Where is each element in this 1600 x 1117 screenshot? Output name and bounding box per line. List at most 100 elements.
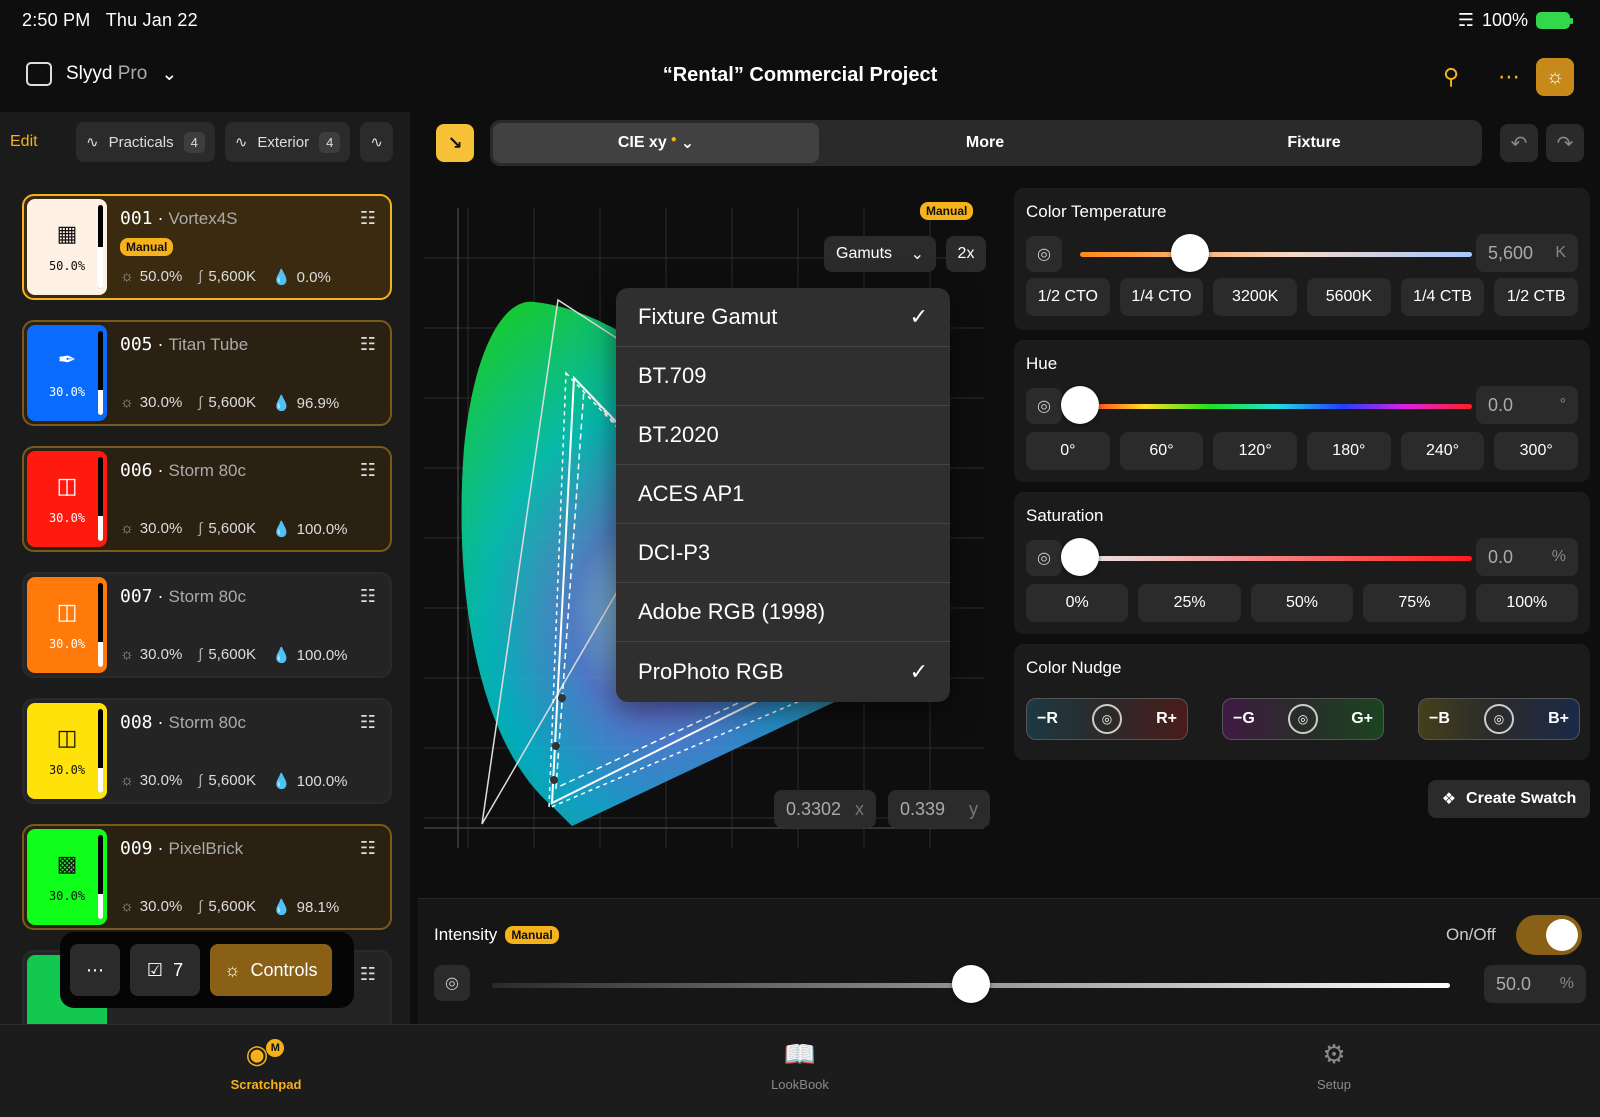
- locus-marker: [558, 694, 566, 702]
- gamut-menu-item[interactable]: DCI-P3: [616, 524, 950, 583]
- gamut-menu-item[interactable]: ACES AP1: [616, 465, 950, 524]
- tab-fixture[interactable]: Fixture: [1151, 123, 1477, 163]
- hue-value-field[interactable]: 0.0 °: [1476, 386, 1578, 424]
- preset-button[interactable]: 240°: [1400, 432, 1485, 470]
- thermometer-icon: ∫: [198, 268, 203, 285]
- green-nudge-target-icon[interactable]: ◎: [1288, 704, 1318, 734]
- saturation-target-button[interactable]: ◎: [1026, 540, 1062, 576]
- app-switcher[interactable]: Slyyd Pro ⌄: [26, 62, 177, 86]
- gamut-menu-item[interactable]: Adobe RGB (1998): [616, 583, 950, 642]
- filter-more[interactable]: ∿: [360, 122, 393, 162]
- preset-button[interactable]: 1/2 CTB: [1494, 278, 1579, 316]
- toolbar-more-button[interactable]: ⋯: [70, 944, 120, 996]
- sliders-icon[interactable]: ☷: [360, 964, 376, 985]
- sun-icon: ☼: [120, 394, 134, 411]
- preset-button[interactable]: 300°: [1494, 432, 1579, 470]
- sliders-icon[interactable]: ☷: [360, 838, 376, 859]
- create-swatch-button[interactable]: ❖ Create Swatch: [1428, 780, 1590, 818]
- undo-icon: ↶: [1510, 132, 1528, 155]
- gamut-menu-item[interactable]: ProPhoto RGB ✓: [616, 642, 950, 701]
- checkmark-icon: ✓: [909, 304, 928, 329]
- red-minus-button[interactable]: −R: [1037, 710, 1058, 728]
- red-nudge-target-icon[interactable]: ◎: [1092, 704, 1122, 734]
- cct-slider-track[interactable]: [1080, 252, 1472, 257]
- fixture-card[interactable]: ◫ 30.0% 006 · Storm 80c ☷ ☼ 30.0% ∫ 5,600K 💧 100.…: [22, 446, 392, 552]
- blue-minus-button[interactable]: −B: [1429, 710, 1450, 728]
- redo-button[interactable]: ↷: [1546, 124, 1584, 162]
- controls-button[interactable]: ☼ Controls: [210, 944, 332, 996]
- preset-button[interactable]: 50%: [1250, 584, 1354, 622]
- fixture-card[interactable]: ◫ 30.0% 007 · Storm 80c ☷ ☼ 30.0% ∫ 5,600K 💧 100.…: [22, 572, 392, 678]
- cct-value-field[interactable]: 5,600 K: [1476, 234, 1578, 272]
- tab-setup[interactable]: ⚙ Setup: [1254, 1039, 1414, 1092]
- red-plus-button[interactable]: R+: [1156, 710, 1177, 728]
- tab-more[interactable]: More: [822, 123, 1148, 163]
- undo-button[interactable]: ↶: [1500, 124, 1538, 162]
- filter-exterior[interactable]: ∿ Exterior 4: [224, 122, 351, 162]
- cct-slider-knob[interactable]: [1170, 234, 1209, 272]
- preset-button[interactable]: 1/4 CTO: [1119, 278, 1204, 316]
- intensity-panel: Intensity Manual On/Off ◎ 50.0%: [418, 898, 1600, 1024]
- x-coordinate-field[interactable]: 0.3302 x: [774, 790, 876, 828]
- gamut-menu-item[interactable]: BT.709: [616, 347, 950, 406]
- preset-button[interactable]: 1/2 CTO: [1026, 278, 1110, 316]
- y-coordinate-field[interactable]: 0.339 y: [888, 790, 990, 828]
- power-toggle[interactable]: [1516, 915, 1582, 955]
- zoom-button[interactable]: 2x: [946, 236, 986, 272]
- intensity-bar: [98, 331, 103, 415]
- sliders-icon[interactable]: ☷: [360, 460, 376, 481]
- hue-target-button[interactable]: ◎: [1026, 388, 1062, 424]
- hue-slider-track[interactable]: [1080, 404, 1472, 409]
- blue-plus-button[interactable]: B+: [1548, 710, 1569, 728]
- light-settings-icon[interactable]: ☼: [1536, 58, 1574, 96]
- preset-button[interactable]: 75%: [1363, 584, 1466, 622]
- target-icon: ◎: [1037, 550, 1051, 567]
- saturation-slider-knob[interactable]: [1061, 538, 1099, 576]
- tab-lookbook[interactable]: 📖 LookBook: [720, 1039, 880, 1092]
- gamut-menu-item[interactable]: BT.2020: [616, 406, 950, 465]
- preset-button[interactable]: 5600K: [1307, 278, 1391, 316]
- preset-button[interactable]: 25%: [1138, 584, 1241, 622]
- preset-button[interactable]: 0%: [1026, 584, 1129, 622]
- preset-button[interactable]: 0°: [1026, 432, 1110, 470]
- intensity-slider-knob[interactable]: [952, 965, 990, 1003]
- sliders-icon[interactable]: ☷: [360, 208, 376, 229]
- saturation-value-field[interactable]: 0.0%: [1476, 538, 1578, 576]
- edit-button[interactable]: Edit: [10, 133, 66, 151]
- tab-cie-xy[interactable]: CIE xy ● ⌄: [493, 123, 819, 163]
- filter-practicals[interactable]: ∿ Practicals 4: [76, 122, 215, 162]
- intensity-header: Intensity Manual: [434, 925, 559, 945]
- color-nudge-card: Color Nudge −R ◎ R+ −G ◎ G+ −B ◎ B+: [1014, 644, 1590, 760]
- sliders-icon[interactable]: ☷: [360, 334, 376, 355]
- preset-button[interactable]: 60°: [1119, 432, 1204, 470]
- more-options-icon[interactable]: ⋯: [1494, 62, 1524, 92]
- group-icon: ∿: [370, 134, 383, 151]
- hue-slider-knob[interactable]: [1061, 386, 1099, 424]
- fixture-card[interactable]: ▩ 30.0% 009 · PixelBrick ☷ ☼ 30.0% ∫ 5,600K 💧 98.…: [22, 824, 392, 930]
- preset-button[interactable]: 3200K: [1213, 278, 1298, 316]
- intensity-target-button[interactable]: ◎: [434, 965, 470, 1001]
- selection-count-button[interactable]: ☑ 7: [130, 944, 200, 996]
- search-icon[interactable]: ⚲: [1436, 62, 1466, 92]
- green-minus-button[interactable]: −G: [1233, 710, 1255, 728]
- cct-target-button[interactable]: ◎: [1026, 236, 1062, 272]
- collapse-button[interactable]: ↘: [436, 124, 474, 162]
- preset-button[interactable]: 100%: [1475, 584, 1579, 622]
- sliders-icon[interactable]: ☷: [360, 586, 376, 607]
- preset-button[interactable]: 120°: [1213, 432, 1298, 470]
- fixture-card[interactable]: ✒ 30.0% 005 · Titan Tube ☷ ☼ 30.0% ∫ 5,600K 💧 96.…: [22, 320, 392, 426]
- gamuts-dropdown[interactable]: Gamuts ⌄: [824, 236, 936, 272]
- fixture-card[interactable]: ▦ 50.0% 001 · Vortex4S ☷ Manual ☼ 50.0% ∫ 5,600K…: [22, 194, 392, 300]
- preset-button[interactable]: 1/4 CTB: [1400, 278, 1485, 316]
- tab-scratchpad[interactable]: ◉ M Scratchpad: [186, 1039, 346, 1092]
- sliders-icon[interactable]: ☷: [360, 712, 376, 733]
- saturation-slider-track[interactable]: [1080, 556, 1472, 561]
- intensity-value-field[interactable]: 50.0%: [1484, 965, 1586, 1003]
- preset-button[interactable]: 180°: [1307, 432, 1391, 470]
- group-icon: ∿: [86, 134, 99, 151]
- blue-nudge-target-icon[interactable]: ◎: [1484, 704, 1514, 734]
- gamut-menu-item[interactable]: Fixture Gamut ✓: [616, 288, 950, 347]
- fixture-card[interactable]: ◫ 30.0% 008 · Storm 80c ☷ ☼ 30.0% ∫ 5,600K 💧 100.…: [22, 698, 392, 804]
- green-plus-button[interactable]: G+: [1351, 710, 1373, 728]
- sun-icon: ☼: [120, 898, 134, 915]
